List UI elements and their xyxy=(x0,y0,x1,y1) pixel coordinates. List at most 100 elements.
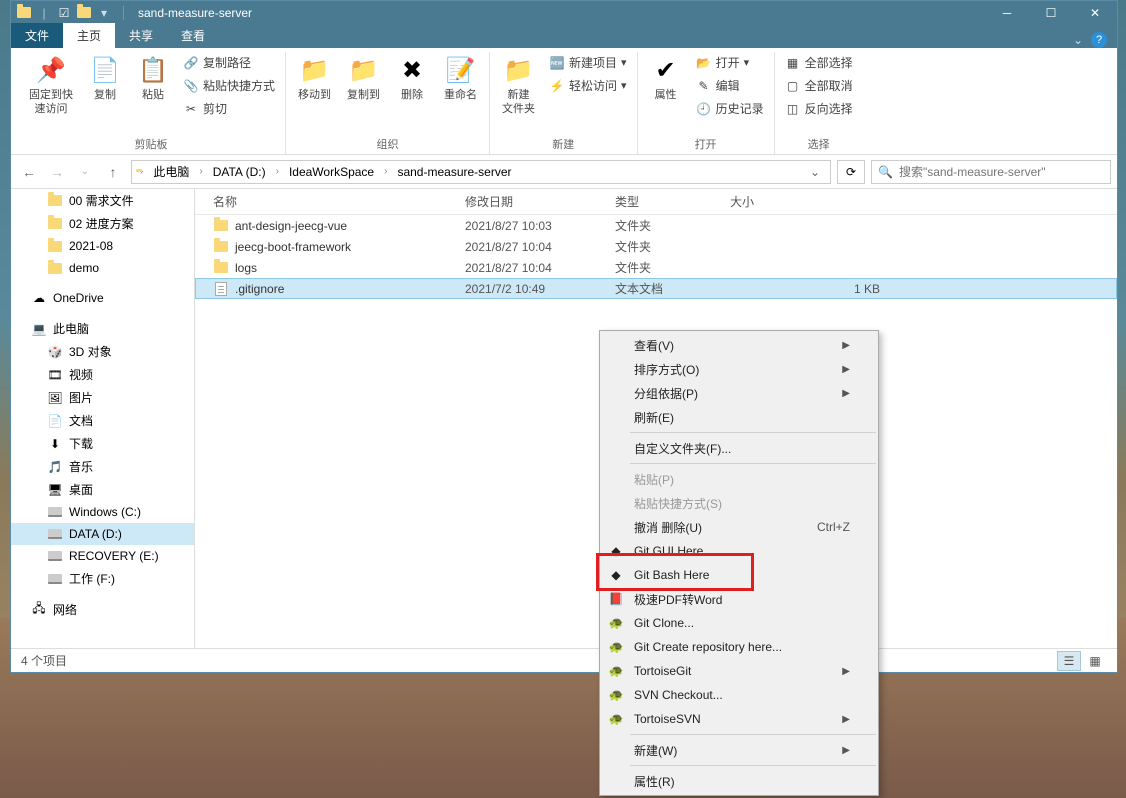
rename-button[interactable]: 📝重命名 xyxy=(438,52,483,104)
menu-item[interactable]: 🐢TortoiseGit▶ xyxy=(600,659,878,683)
address-dropdown-icon[interactable]: ⌄ xyxy=(804,165,826,179)
history-button[interactable]: 🕘历史记录 xyxy=(692,98,768,119)
menu-item[interactable]: 刷新(E) xyxy=(600,405,878,429)
collapse-ribbon-icon[interactable]: ⌄ xyxy=(1073,33,1083,47)
menu-item[interactable]: 🐢Git Clone... xyxy=(600,611,878,635)
ribbon-group-organize: 📁移动到 📁复制到 ✖删除 📝重命名 组织 xyxy=(286,52,490,154)
chevron-right-icon[interactable]: › xyxy=(197,166,204,177)
tab-view[interactable]: 查看 xyxy=(167,23,219,48)
open-button[interactable]: 📂打开 ▾ xyxy=(692,52,768,73)
column-header-size[interactable]: 大小 xyxy=(730,193,888,210)
menu-item[interactable]: 🐢SVN Checkout... xyxy=(600,683,878,707)
nav-item[interactable]: 工作 (F:) xyxy=(11,567,194,590)
nav-item[interactable]: 💻此电脑 xyxy=(11,317,194,340)
nav-item[interactable]: 🖧网络 xyxy=(11,598,194,621)
menu-item[interactable]: 分组依据(P)▶ xyxy=(600,381,878,405)
column-header-date[interactable]: 修改日期 xyxy=(465,193,615,210)
minimize-button[interactable]: ─ xyxy=(985,1,1029,24)
menu-item[interactable]: ◆Git GUI Here xyxy=(600,539,878,563)
tab-share[interactable]: 共享 xyxy=(115,23,167,48)
copy-path-button[interactable]: 🔗复制路径 xyxy=(179,52,279,73)
back-button[interactable]: ← xyxy=(17,160,41,184)
nav-item[interactable]: 02 进度方案 xyxy=(11,212,194,235)
paste-button[interactable]: 📋 粘贴 xyxy=(131,52,175,104)
menu-separator xyxy=(630,734,876,735)
edit-button[interactable]: ✎编辑 xyxy=(692,75,768,96)
properties-button[interactable]: ✔属性 xyxy=(644,52,688,104)
file-row[interactable]: .gitignore2021/7/2 10:49文本文档1 KB xyxy=(195,278,1117,299)
search-input[interactable] xyxy=(899,165,1104,179)
downloads-icon: ⬇ xyxy=(47,436,63,452)
nav-item[interactable]: 🎲3D 对象 xyxy=(11,340,194,363)
menu-item[interactable]: ◆Git Bash Here xyxy=(600,563,878,587)
breadcrumb-segment[interactable]: DATA (D:) xyxy=(207,163,272,181)
chevron-right-icon[interactable]: › xyxy=(382,166,389,177)
address-box[interactable]: › 此电脑›DATA (D:)›IdeaWorkSpace›sand-measu… xyxy=(131,160,831,184)
delete-button[interactable]: ✖删除 xyxy=(390,52,434,104)
easy-access-button[interactable]: ⚡轻松访问 ▾ xyxy=(545,75,631,96)
nav-item[interactable]: RECOVERY (E:) xyxy=(11,545,194,567)
forward-button[interactable]: → xyxy=(45,160,69,184)
file-row[interactable]: logs2021/8/27 10:04文件夹 xyxy=(195,257,1117,278)
menu-item[interactable]: 查看(V)▶ xyxy=(600,333,878,357)
menu-item[interactable]: 🐢TortoiseSVN▶ xyxy=(600,707,878,731)
qat-checkbox-icon[interactable]: ☑ xyxy=(55,4,73,22)
copy-button[interactable]: 📄 复制 xyxy=(83,52,127,104)
close-button[interactable]: ✕ xyxy=(1073,1,1117,24)
copy-icon: 📄 xyxy=(89,54,121,86)
invert-selection-button[interactable]: ◫反向选择 xyxy=(781,98,857,119)
nav-item[interactable]: 🎵音乐 xyxy=(11,455,194,478)
view-icons-button[interactable]: ▦ xyxy=(1083,651,1107,671)
menu-item[interactable]: 属性(R) xyxy=(600,769,878,793)
tab-file[interactable]: 文件 xyxy=(11,23,63,48)
file-row[interactable]: jeecg-boot-framework2021/8/27 10:04文件夹 xyxy=(195,236,1117,257)
nav-item[interactable]: 🎞视频 xyxy=(11,363,194,386)
nav-item[interactable]: 🖼图片 xyxy=(11,386,194,409)
new-item-button[interactable]: 🆕新建项目 ▾ xyxy=(545,52,631,73)
select-all-button[interactable]: ▦全部选择 xyxy=(781,52,857,73)
navigation-pane[interactable]: 00 需求文件02 进度方案2021-08demo ☁OneDrive 💻此电脑🎲3… xyxy=(11,189,195,648)
nav-item[interactable]: 📄文档 xyxy=(11,409,194,432)
help-icon[interactable]: ? xyxy=(1091,32,1107,48)
menu-item[interactable]: 排序方式(O)▶ xyxy=(600,357,878,381)
paste-shortcut-button[interactable]: 📎粘贴快捷方式 xyxy=(179,75,279,96)
breadcrumb-segment[interactable]: sand-measure-server xyxy=(391,163,517,181)
breadcrumb-segment[interactable]: 此电脑 xyxy=(147,161,195,182)
menu-item[interactable]: 🐢Git Create repository here... xyxy=(600,635,878,659)
chevron-right-icon[interactable]: › xyxy=(274,166,281,177)
copy-to-button[interactable]: 📁复制到 xyxy=(341,52,386,104)
select-none-button[interactable]: ▢全部取消 xyxy=(781,75,857,96)
nav-label: RECOVERY (E:) xyxy=(69,549,159,563)
status-bar: 4 个项目 ☰ ▦ xyxy=(11,648,1117,672)
refresh-button[interactable]: ⟳ xyxy=(837,160,865,184)
menu-item[interactable]: 撤消 删除(U)Ctrl+Z xyxy=(600,515,878,539)
nav-item[interactable]: ⬇下载 xyxy=(11,432,194,455)
up-button[interactable]: ↑ xyxy=(101,160,125,184)
menu-item[interactable]: 自定义文件夹(F)... xyxy=(600,436,878,460)
menu-item[interactable]: 新建(W)▶ xyxy=(600,738,878,762)
nav-item[interactable]: DATA (D:) xyxy=(11,523,194,545)
nav-item[interactable]: ☁OneDrive xyxy=(11,287,194,309)
column-header-name[interactable]: 名称 xyxy=(213,193,465,210)
nav-item[interactable]: demo xyxy=(11,257,194,279)
move-to-button[interactable]: 📁移动到 xyxy=(292,52,337,104)
nav-item[interactable]: 🖥桌面 xyxy=(11,478,194,501)
qat-dropdown-icon[interactable]: ▾ xyxy=(95,4,113,22)
file-row[interactable]: ant-design-jeecg-vue2021/8/27 10:03文件夹 xyxy=(195,215,1117,236)
nav-item[interactable]: 2021-08 xyxy=(11,235,194,257)
cut-button[interactable]: ✂剪切 xyxy=(179,98,279,119)
menu-item[interactable]: 📕极速PDF转Word xyxy=(600,587,878,611)
view-details-button[interactable]: ☰ xyxy=(1057,651,1081,671)
search-box[interactable]: 🔍 xyxy=(871,160,1111,184)
column-header-type[interactable]: 类型 xyxy=(615,193,730,210)
nav-item[interactable]: Windows (C:) xyxy=(11,501,194,523)
nav-item[interactable]: 00 需求文件 xyxy=(11,189,194,212)
pin-quick-access-button[interactable]: 📌 固定到快 速访问 xyxy=(23,52,79,118)
tab-home[interactable]: 主页 xyxy=(63,23,115,48)
new-folder-button[interactable]: 📁新建 文件夹 xyxy=(496,52,541,118)
folder-icon[interactable] xyxy=(75,4,93,22)
breadcrumb-segment[interactable]: IdeaWorkSpace xyxy=(283,163,380,181)
recent-dropdown[interactable]: ⌄ xyxy=(73,160,97,184)
maximize-button[interactable]: ☐ xyxy=(1029,1,1073,24)
chevron-right-icon[interactable]: › xyxy=(138,166,145,177)
